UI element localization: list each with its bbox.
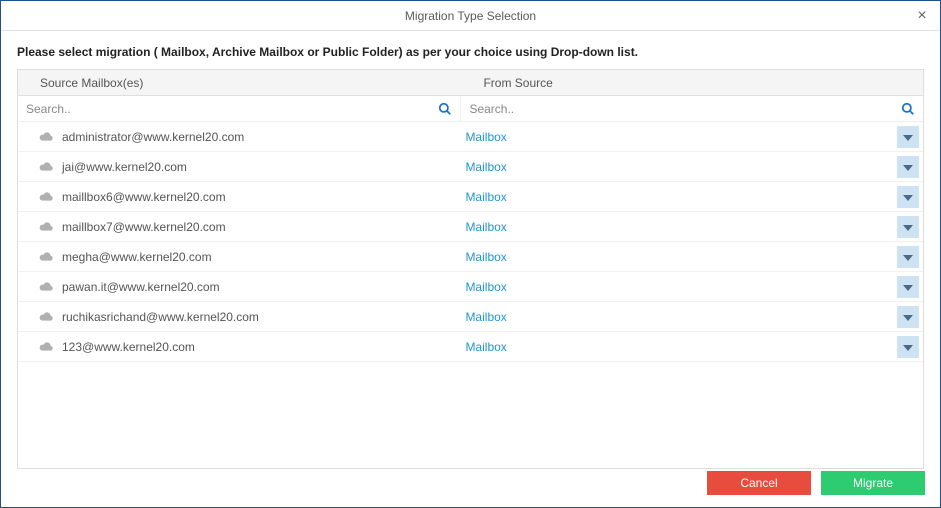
mailbox-cell: 123@www.kernel20.com [18, 340, 461, 354]
cloud-icon [38, 341, 54, 353]
table-row: jai@www.kernel20.com Mailbox [18, 152, 923, 182]
mailbox-address: ruchikasrichand@www.kernel20.com [62, 310, 259, 324]
table-row: 123@www.kernel20.com Mailbox [18, 332, 923, 362]
chevron-down-icon [903, 220, 913, 234]
mailbox-address: maillbox6@www.kernel20.com [62, 190, 226, 204]
table-body: administrator@www.kernel20.comMailboxjai… [18, 122, 923, 468]
from-source-cell: Mailbox [461, 186, 923, 208]
table-header: Source Mailbox(es) From Source [18, 70, 923, 96]
from-source-cell: Mailbox [461, 126, 923, 148]
mailbox-cell: maillbox6@www.kernel20.com [18, 190, 461, 204]
source-value: Mailbox [465, 130, 506, 144]
table-row: administrator@www.kernel20.com Mailbox [18, 122, 923, 152]
chevron-down-icon [903, 190, 913, 204]
table-row: maillbox7@www.kernel20.com Mailbox [18, 212, 923, 242]
source-dropdown-button[interactable] [897, 336, 919, 358]
from-source-cell: Mailbox [461, 216, 923, 238]
chevron-down-icon [903, 280, 913, 294]
source-dropdown-button[interactable] [897, 246, 919, 268]
from-source-cell: Mailbox [461, 156, 923, 178]
chevron-down-icon [903, 130, 913, 144]
source-value: Mailbox [465, 280, 506, 294]
close-icon: × [917, 7, 926, 25]
mailbox-address: megha@www.kernel20.com [62, 250, 212, 264]
mailbox-cell: pawan.it@www.kernel20.com [18, 280, 461, 294]
source-value: Mailbox [465, 340, 506, 354]
cloud-icon [38, 131, 54, 143]
search-row [18, 96, 923, 122]
mailbox-cell: jai@www.kernel20.com [18, 160, 461, 174]
mailbox-cell: ruchikasrichand@www.kernel20.com [18, 310, 461, 324]
cloud-icon [38, 221, 54, 233]
from-source-cell: Mailbox [461, 246, 923, 268]
header-source-mailbox: Source Mailbox(es) [18, 76, 461, 90]
chevron-down-icon [903, 160, 913, 174]
mailbox-cell: administrator@www.kernel20.com [18, 130, 461, 144]
source-dropdown-button[interactable] [897, 186, 919, 208]
table-row: maillbox6@www.kernel20.com Mailbox [18, 182, 923, 212]
mailbox-cell: maillbox7@www.kernel20.com [18, 220, 461, 234]
cloud-icon [38, 191, 54, 203]
chevron-down-icon [903, 250, 913, 264]
source-value: Mailbox [465, 250, 506, 264]
from-source-cell: Mailbox [461, 276, 923, 298]
search-from-source [461, 96, 923, 121]
source-dropdown-button[interactable] [897, 306, 919, 328]
close-button[interactable]: × [912, 6, 932, 26]
search-input-source[interactable] [461, 98, 923, 120]
table-row: pawan.it@www.kernel20.com Mailbox [18, 272, 923, 302]
instruction-text: Please select migration ( Mailbox, Archi… [1, 31, 940, 69]
mailbox-address: jai@www.kernel20.com [62, 160, 187, 174]
source-value: Mailbox [465, 190, 506, 204]
cloud-icon [38, 161, 54, 173]
migration-table: Source Mailbox(es) From Source administr… [17, 69, 924, 469]
source-dropdown-button[interactable] [897, 216, 919, 238]
source-value: Mailbox [465, 310, 506, 324]
header-from-source: From Source [461, 76, 923, 90]
source-value: Mailbox [465, 160, 506, 174]
mailbox-address: administrator@www.kernel20.com [62, 130, 244, 144]
cancel-button[interactable]: Cancel [707, 471, 811, 495]
cloud-icon [38, 281, 54, 293]
source-dropdown-button[interactable] [897, 126, 919, 148]
mailbox-address: 123@www.kernel20.com [62, 340, 195, 354]
cloud-icon [38, 311, 54, 323]
source-value: Mailbox [465, 220, 506, 234]
migrate-button[interactable]: Migrate [821, 471, 925, 495]
window-title: Migration Type Selection [405, 9, 536, 23]
search-input-mailbox[interactable] [18, 98, 460, 120]
chevron-down-icon [903, 310, 913, 324]
mailbox-address: pawan.it@www.kernel20.com [62, 280, 220, 294]
from-source-cell: Mailbox [461, 336, 923, 358]
titlebar: Migration Type Selection × [1, 1, 940, 31]
source-dropdown-button[interactable] [897, 156, 919, 178]
table-row: ruchikasrichand@www.kernel20.com Mailbox [18, 302, 923, 332]
mailbox-cell: megha@www.kernel20.com [18, 250, 461, 264]
chevron-down-icon [903, 340, 913, 354]
cloud-icon [38, 251, 54, 263]
search-icon[interactable] [438, 102, 452, 116]
source-dropdown-button[interactable] [897, 276, 919, 298]
search-icon[interactable] [901, 102, 915, 116]
search-source-mailbox [18, 96, 461, 121]
table-row: megha@www.kernel20.com Mailbox [18, 242, 923, 272]
footer-buttons: Cancel Migrate [707, 471, 925, 495]
mailbox-address: maillbox7@www.kernel20.com [62, 220, 226, 234]
from-source-cell: Mailbox [461, 306, 923, 328]
